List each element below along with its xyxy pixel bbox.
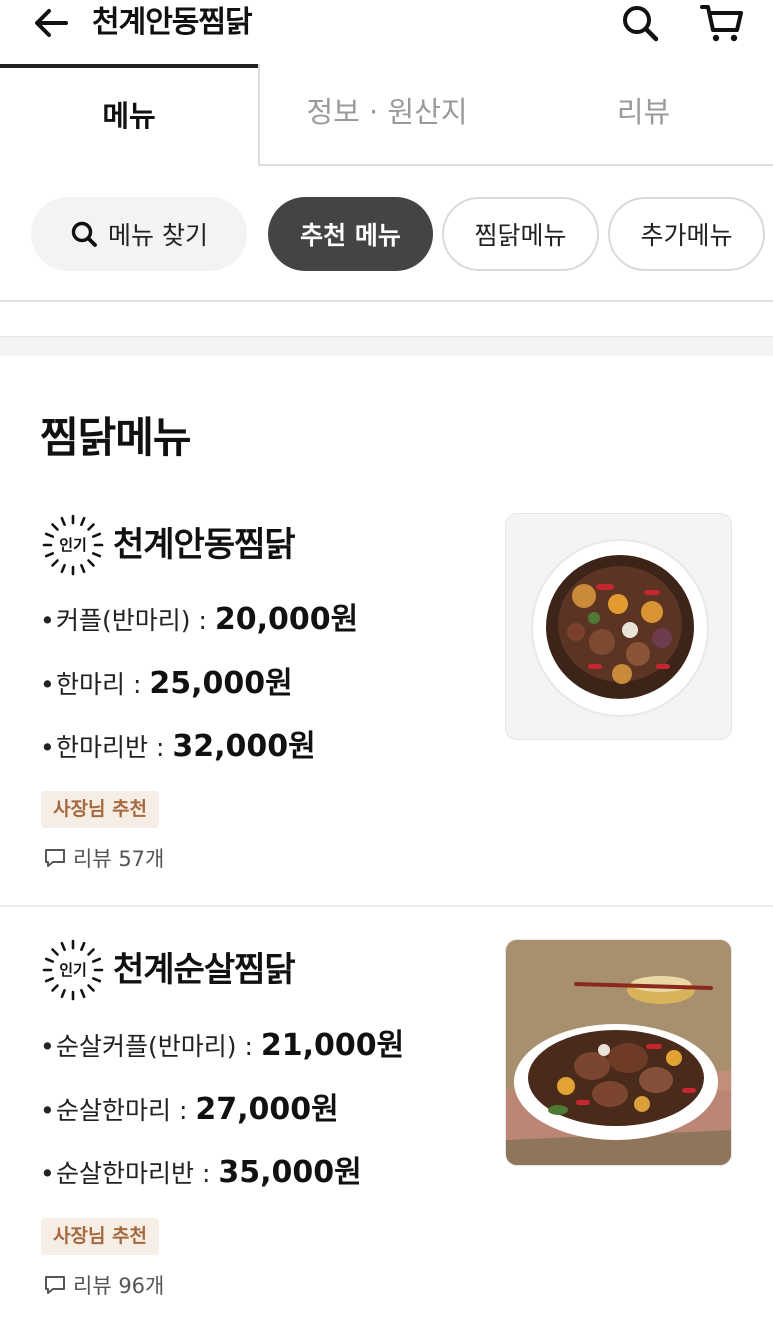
price-row: •한마리반 : 32,000원: [40, 729, 316, 764]
menu-item-photo[interactable]: [505, 513, 732, 740]
cart-icon: [700, 5, 743, 42]
chip-jjimdak[interactable]: 찜닭메뉴: [442, 197, 599, 271]
menu-search-label: 메뉴 찾기: [108, 221, 208, 250]
price-row: •커플(반마리) : 20,000원: [40, 602, 359, 637]
menu-item-photo[interactable]: [505, 939, 732, 1166]
back-button[interactable]: [30, 2, 72, 44]
braised-chicken-photo: [506, 514, 731, 739]
chip-recommended[interactable]: 추천 메뉴: [268, 197, 433, 271]
popular-badge: 인기: [40, 512, 106, 578]
tab-info-origin[interactable]: 정보 · 원산지: [258, 64, 514, 166]
price-row: •순살커플(반마리) : 21,000원: [40, 1028, 405, 1063]
price-label: 순살한마리 :: [56, 1096, 188, 1125]
menu-search-button[interactable]: 메뉴 찾기: [31, 197, 247, 271]
price-label: 한마리 :: [56, 670, 142, 699]
owner-recommend-badge: 사장님 추천: [41, 791, 160, 828]
search-button[interactable]: [616, 0, 664, 46]
section-divider: [0, 336, 773, 356]
menu-item[interactable]: 인기 천계안동찜닭 •커플(반마리) : 20,000원 •한마리 : 25,0…: [0, 500, 773, 907]
price-amount: 35,000원: [218, 1155, 362, 1190]
price-label: 한마리반 :: [56, 733, 165, 762]
popular-badge-label: 인기: [59, 961, 87, 979]
review-count: 리뷰 57개: [43, 843, 164, 873]
cart-button[interactable]: [694, 0, 750, 46]
search-icon: [71, 221, 97, 247]
section-title: 찜닭메뉴: [40, 413, 192, 462]
search-icon: [623, 6, 659, 42]
store-title: 천계안동찜닭: [92, 5, 253, 40]
owner-recommend-badge: 사장님 추천: [41, 1218, 160, 1255]
chip-extra[interactable]: 추가메뉴: [608, 197, 765, 271]
tab-reviews[interactable]: 리뷰: [514, 64, 773, 166]
speech-bubble-icon: [45, 1276, 65, 1294]
speech-bubble-icon: [45, 849, 65, 867]
item-name: 천계안동찜닭: [113, 525, 296, 565]
popular-badge: 인기: [40, 937, 106, 1003]
price-amount: 32,000원: [172, 729, 316, 764]
app-header: 천계안동찜닭: [0, 0, 773, 64]
tab-menu[interactable]: 메뉴: [0, 64, 258, 166]
review-count: 리뷰 96개: [43, 1270, 164, 1300]
price-row: •순살한마리반 : 35,000원: [40, 1155, 362, 1190]
price-amount: 21,000원: [260, 1028, 405, 1063]
price-amount: 25,000원: [149, 666, 293, 701]
menu-item[interactable]: 인기 천계순살찜닭 •순살커플(반마리) : 21,000원 •순살한마리 : …: [0, 909, 773, 1321]
arrow-left-icon: [35, 9, 68, 37]
boneless-chicken-photo: [506, 940, 731, 1165]
review-count-label: 리뷰 96개: [73, 1274, 165, 1298]
store-tabs: 메뉴 정보 · 원산지 리뷰: [0, 64, 773, 166]
item-name: 천계순살찜닭: [113, 950, 296, 990]
price-label: 순살한마리반 :: [56, 1159, 211, 1188]
price-row: •순살한마리 : 27,000원: [40, 1092, 339, 1127]
review-count-label: 리뷰 57개: [73, 847, 165, 871]
price-amount: 20,000원: [214, 602, 359, 637]
price-row: •한마리 : 25,000원: [40, 666, 293, 701]
popular-badge-label: 인기: [59, 536, 87, 554]
price-label: 순살커플(반마리) :: [56, 1032, 253, 1061]
menu-filter-bar: 메뉴 찾기 추천 메뉴 찜닭메뉴 추가메뉴: [0, 166, 773, 302]
price-amount: 27,000원: [195, 1092, 339, 1127]
price-label: 커플(반마리) :: [56, 606, 207, 635]
